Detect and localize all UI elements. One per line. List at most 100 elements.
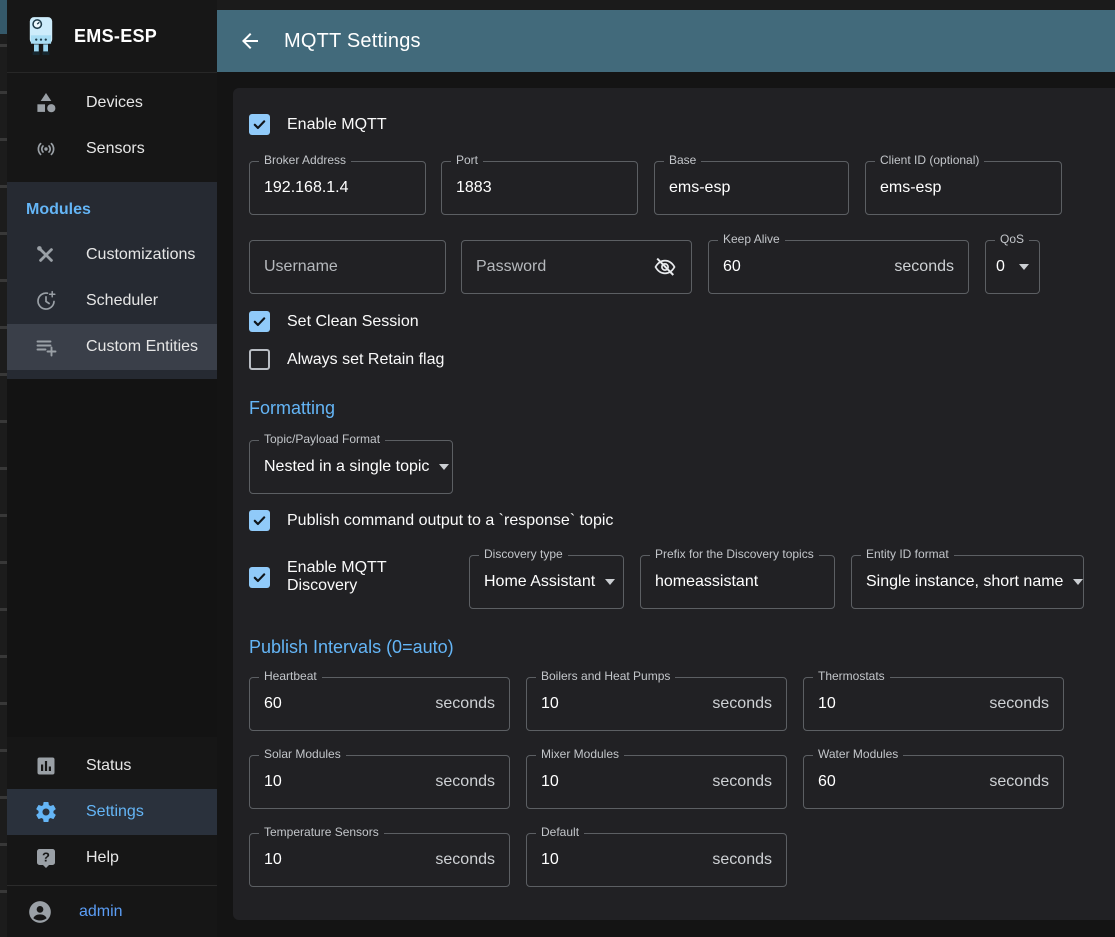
discovery-fields: Discovery type Home Assistant Prefix for… bbox=[469, 555, 1084, 609]
username-field[interactable] bbox=[249, 240, 446, 294]
temperature-value: 10 bbox=[264, 851, 435, 869]
username-label: admin bbox=[79, 903, 123, 921]
clean-session-checkbox[interactable] bbox=[249, 311, 270, 332]
discovery-type-value: Home Assistant bbox=[484, 573, 595, 591]
broker-row: Broker Address Port Base Client ID (opti… bbox=[249, 161, 1079, 215]
page-title: MQTT Settings bbox=[284, 30, 421, 53]
sidebar-item-label: Settings bbox=[86, 803, 144, 821]
solar-label: Solar Modules bbox=[259, 747, 346, 761]
category-icon bbox=[34, 91, 58, 115]
settings-card: Enable MQTT Broker Address Port Base bbox=[233, 88, 1115, 920]
enable-discovery-checkbox[interactable] bbox=[249, 567, 270, 588]
intervals-grid: Heartbeat 60 seconds Boilers and Heat Pu… bbox=[249, 677, 1079, 887]
temperature-label: Temperature Sensors bbox=[259, 825, 384, 839]
client-id-field[interactable]: Client ID (optional) bbox=[865, 161, 1062, 215]
default-unit: seconds bbox=[712, 851, 772, 869]
keep-alive-field[interactable]: Keep Alive 60 seconds bbox=[708, 240, 969, 294]
discovery-type-select[interactable]: Discovery type Home Assistant bbox=[469, 555, 624, 609]
discovery-prefix-input[interactable] bbox=[655, 573, 820, 591]
mixer-unit: seconds bbox=[712, 773, 772, 791]
port-input[interactable] bbox=[456, 179, 623, 197]
temperature-interval-field[interactable]: Temperature Sensors 10 seconds bbox=[249, 833, 510, 887]
entity-format-label: Entity ID format bbox=[861, 547, 954, 561]
sidebar-item-label: Help bbox=[86, 849, 119, 867]
left-scrollbar[interactable] bbox=[0, 0, 7, 937]
sidebar-item-scheduler[interactable]: Scheduler bbox=[7, 278, 217, 324]
topic-format-value: Nested in a single topic bbox=[264, 458, 429, 476]
client-id-input[interactable] bbox=[880, 179, 1047, 197]
heartbeat-label: Heartbeat bbox=[259, 669, 322, 683]
modules-section-header: Modules bbox=[7, 182, 217, 232]
username-input[interactable] bbox=[264, 258, 431, 276]
water-interval-field[interactable]: Water Modules 60 seconds bbox=[803, 755, 1064, 809]
gear-icon bbox=[34, 800, 58, 824]
keep-alive-label: Keep Alive bbox=[718, 232, 785, 246]
solar-value: 10 bbox=[264, 773, 435, 791]
enable-mqtt-row[interactable]: Enable MQTT bbox=[249, 114, 1079, 135]
password-field[interactable] bbox=[461, 240, 692, 294]
boilers-label: Boilers and Heat Pumps bbox=[536, 669, 675, 683]
clean-session-row[interactable]: Set Clean Session bbox=[249, 311, 1079, 332]
broker-address-field[interactable]: Broker Address bbox=[249, 161, 426, 215]
discovery-row: Enable MQTT Discovery Discovery type Hom… bbox=[249, 547, 1079, 609]
password-input[interactable] bbox=[476, 258, 653, 276]
sidebar-item-customizations[interactable]: Customizations bbox=[7, 232, 217, 278]
discovery-type-label: Discovery type bbox=[479, 547, 568, 561]
boiler-logo-icon bbox=[24, 15, 58, 57]
qos-label: QoS bbox=[995, 232, 1029, 246]
formatting-header: Formatting bbox=[249, 398, 1079, 419]
sidebar-item-devices[interactable]: Devices bbox=[7, 80, 217, 126]
enable-discovery-row[interactable]: Enable MQTT Discovery bbox=[249, 559, 453, 595]
entity-format-select[interactable]: Entity ID format Single instance, short … bbox=[851, 555, 1084, 609]
sidebar-item-settings[interactable]: Settings bbox=[7, 789, 217, 835]
help-bubble-icon: ? bbox=[34, 846, 58, 870]
chevron-down-icon bbox=[439, 464, 449, 470]
water-unit: seconds bbox=[989, 773, 1049, 791]
thermostats-unit: seconds bbox=[989, 695, 1049, 713]
port-field[interactable]: Port bbox=[441, 161, 638, 215]
discovery-prefix-field[interactable]: Prefix for the Discovery topics bbox=[640, 555, 835, 609]
credentials-row: Keep Alive 60 seconds QoS 0 bbox=[249, 240, 1079, 294]
account-circle-icon bbox=[27, 899, 53, 925]
mixer-label: Mixer Modules bbox=[536, 747, 624, 761]
back-arrow-icon[interactable] bbox=[238, 29, 262, 53]
sidebar-item-help[interactable]: ? Help bbox=[7, 835, 217, 881]
heartbeat-interval-field[interactable]: Heartbeat 60 seconds bbox=[249, 677, 510, 731]
sidebar-user-admin[interactable]: admin bbox=[7, 885, 217, 937]
topic-format-select[interactable]: Topic/Payload Format Nested in a single … bbox=[249, 440, 453, 494]
qos-select[interactable]: QoS 0 bbox=[985, 240, 1040, 294]
sidebar-item-label: Sensors bbox=[86, 140, 145, 158]
client-id-label: Client ID (optional) bbox=[875, 153, 984, 167]
default-label: Default bbox=[536, 825, 584, 839]
retain-flag-row[interactable]: Always set Retain flag bbox=[249, 349, 1079, 370]
sidebar-item-label: Custom Entities bbox=[86, 338, 198, 356]
base-input[interactable] bbox=[669, 179, 834, 197]
publish-response-label: Publish command output to a `response` t… bbox=[287, 512, 613, 530]
sidebar-item-label: Scheduler bbox=[86, 292, 158, 310]
scrollbar-thumb bbox=[0, 0, 7, 34]
publish-response-checkbox[interactable] bbox=[249, 510, 270, 531]
sidebar-item-label: Status bbox=[86, 757, 131, 775]
retain-flag-checkbox[interactable] bbox=[249, 349, 270, 370]
mixer-interval-field[interactable]: Mixer Modules 10 seconds bbox=[526, 755, 787, 809]
chevron-down-icon bbox=[605, 579, 615, 585]
base-field[interactable]: Base bbox=[654, 161, 849, 215]
sidebar-item-status[interactable]: Status bbox=[7, 743, 217, 789]
boilers-interval-field[interactable]: Boilers and Heat Pumps 10 seconds bbox=[526, 677, 787, 731]
app-bar: MQTT Settings bbox=[217, 10, 1115, 72]
default-interval-field[interactable]: Default 10 seconds bbox=[526, 833, 787, 887]
enable-mqtt-checkbox[interactable] bbox=[249, 114, 270, 135]
sidebar-item-custom-entities[interactable]: Custom Entities bbox=[7, 324, 217, 370]
content-column: MQTT Settings Enable MQTT Broker Address bbox=[217, 0, 1115, 937]
publish-response-row[interactable]: Publish command output to a `response` t… bbox=[249, 510, 1079, 531]
broker-address-input[interactable] bbox=[264, 179, 411, 197]
sidebar-item-sensors[interactable]: Sensors bbox=[7, 126, 217, 172]
water-value: 60 bbox=[818, 773, 989, 791]
solar-interval-field[interactable]: Solar Modules 10 seconds bbox=[249, 755, 510, 809]
thermostats-value: 10 bbox=[818, 695, 989, 713]
clean-session-label: Set Clean Session bbox=[287, 313, 419, 331]
sidebar-item-label: Devices bbox=[86, 94, 143, 112]
thermostats-interval-field[interactable]: Thermostats 10 seconds bbox=[803, 677, 1064, 731]
password-visibility-icon[interactable] bbox=[653, 255, 677, 279]
entity-format-value: Single instance, short name bbox=[866, 573, 1063, 591]
